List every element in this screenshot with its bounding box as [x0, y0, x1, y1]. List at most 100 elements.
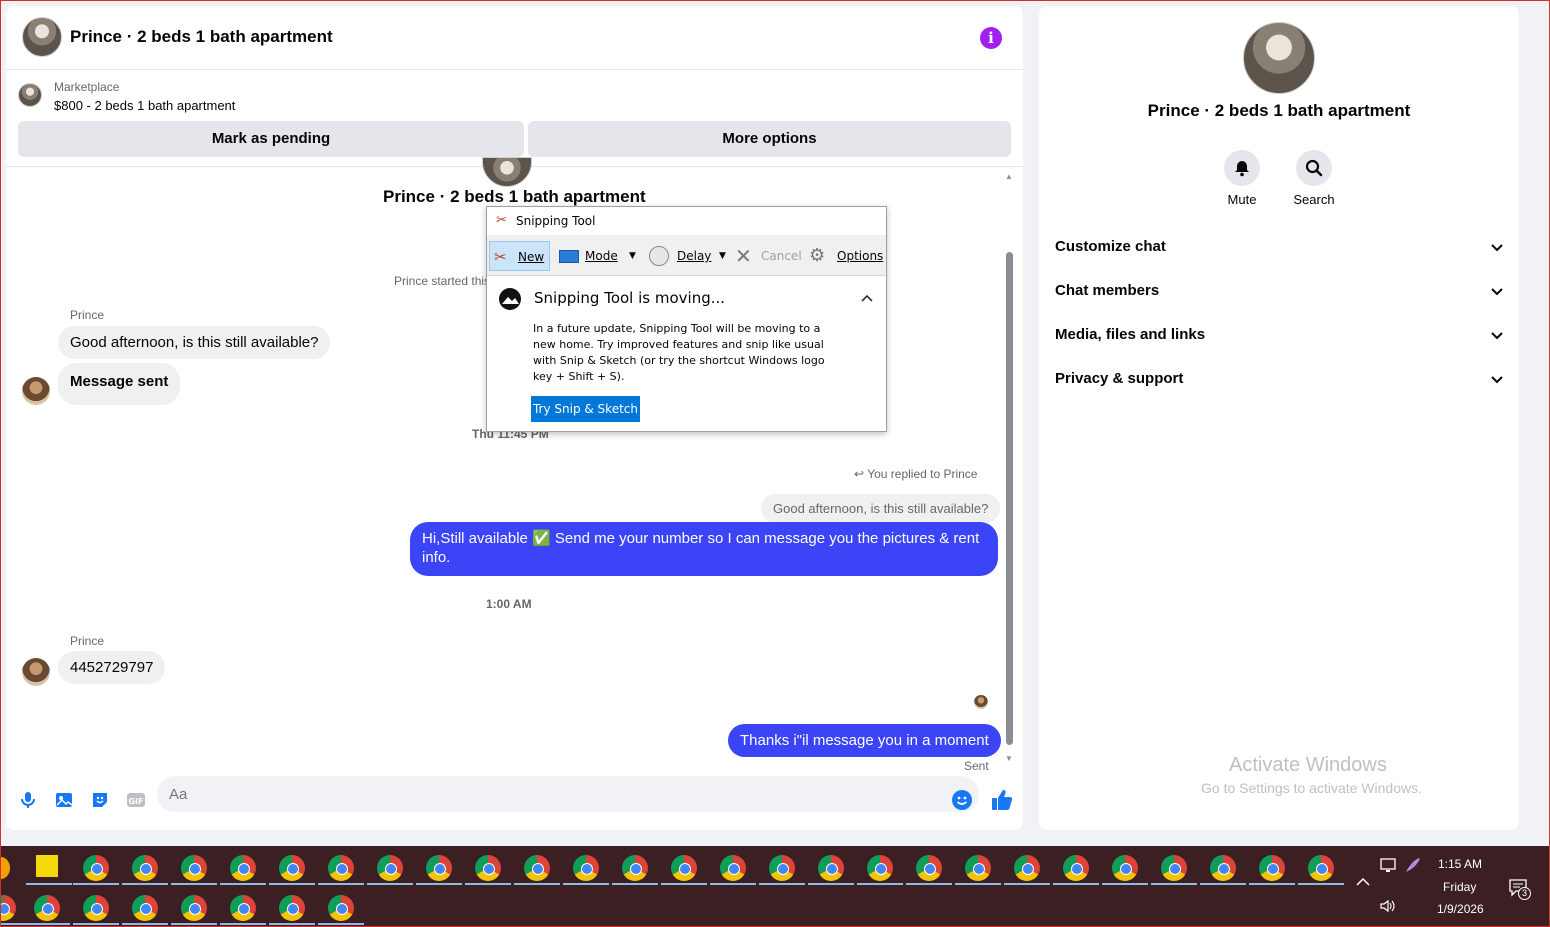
- chrome-taskbar-icon[interactable]: [377, 855, 403, 881]
- snipping-tool-titlebar[interactable]: ✂ Snipping Tool: [487, 207, 886, 235]
- listing-price[interactable]: $800 - 2 beds 1 bath apartment: [54, 98, 235, 113]
- chrome-taskbar-icon[interactable]: [671, 855, 697, 881]
- cancel-label: Cancel: [761, 249, 802, 263]
- privacy-support-row[interactable]: Privacy & support: [1055, 370, 1503, 400]
- chrome-taskbar-icon[interactable]: [1112, 855, 1138, 881]
- conversation-title: Prince · 2 beds 1 bath apartment: [383, 187, 646, 206]
- sender-avatar[interactable]: [22, 377, 50, 405]
- chrome-taskbar-icon[interactable]: [34, 895, 60, 921]
- clock-time[interactable]: 1:15 AM: [1438, 857, 1482, 871]
- try-snip-sketch-button[interactable]: Try Snip & Sketch: [531, 396, 640, 422]
- chrome-taskbar-icon[interactable]: [818, 855, 844, 881]
- snipping-toolbar: ✂ New Mode ▼ Delay ▼ ✕ Cancel ⚙ Options: [487, 237, 886, 275]
- sender-avatar[interactable]: [22, 658, 50, 686]
- clock-date[interactable]: 1/9/2026: [1437, 902, 1484, 916]
- gif-icon[interactable]: GIF: [126, 790, 146, 810]
- customize-chat-row[interactable]: Customize chat: [1055, 238, 1503, 268]
- media-files-links-row[interactable]: Media, files and links: [1055, 326, 1503, 356]
- chrome-taskbar-icon[interactable]: [83, 895, 109, 921]
- more-options-button[interactable]: More options: [528, 121, 1011, 157]
- sticker-icon[interactable]: [90, 790, 110, 810]
- chrome-taskbar-icon[interactable]: [230, 855, 256, 881]
- like-icon[interactable]: [990, 788, 1014, 812]
- chrome-taskbar-icon[interactable]: [132, 855, 158, 881]
- microphone-icon[interactable]: [18, 790, 38, 810]
- message-bubble[interactable]: Message sent: [58, 363, 181, 405]
- taskbar-running-indicator: [1200, 883, 1246, 885]
- search-button[interactable]: Search: [1279, 150, 1349, 207]
- chrome-taskbar-icon[interactable]: [720, 855, 746, 881]
- network-icon[interactable]: [1380, 858, 1398, 879]
- cancel-button[interactable]: ✕ Cancel: [735, 241, 802, 271]
- chrome-taskbar-icon[interactable]: [426, 855, 452, 881]
- taskbar-running-indicator: [0, 923, 26, 925]
- snipping-tool-title: Snipping Tool: [516, 214, 596, 228]
- mode-button[interactable]: Mode ▼: [557, 241, 641, 271]
- collapse-chevron-icon[interactable]: [861, 290, 873, 306]
- pen-icon[interactable]: [1404, 856, 1422, 879]
- chrome-taskbar-icon[interactable]: [328, 895, 354, 921]
- chrome-taskbar-icon[interactable]: [279, 895, 305, 921]
- listing-thumbnail[interactable]: [18, 83, 42, 107]
- new-snip-button[interactable]: ✂ New: [489, 241, 550, 271]
- section-label: Media, files and links: [1055, 326, 1206, 343]
- info-icon[interactable]: i: [980, 27, 1002, 49]
- taskbar-running-indicator: [1151, 883, 1197, 885]
- message-bubble[interactable]: 4452729797: [58, 651, 166, 684]
- chrome-taskbar-icon[interactable]: [1308, 855, 1334, 881]
- chrome-taskbar-icon[interactable]: [965, 855, 991, 881]
- taskbar-running-indicator: [1004, 883, 1050, 885]
- chrome-taskbar-icon[interactable]: [1014, 855, 1040, 881]
- taskbar-running-indicator: [759, 883, 805, 885]
- mark-as-pending-button[interactable]: Mark as pending: [18, 121, 524, 157]
- chrome-taskbar-icon[interactable]: [328, 855, 354, 881]
- chrome-taskbar-icon[interactable]: [867, 855, 893, 881]
- chrome-taskbar-icon[interactable]: [83, 855, 109, 881]
- emoji-icon[interactable]: [951, 789, 972, 810]
- chrome-taskbar-icon[interactable]: [181, 855, 207, 881]
- chrome-taskbar-icon[interactable]: [916, 855, 942, 881]
- sent-message-bubble[interactable]: Hi,Still available ✅ Send me your number…: [410, 522, 998, 576]
- chrome-taskbar-icon[interactable]: [1161, 855, 1187, 881]
- message-input[interactable]: [157, 776, 979, 812]
- chrome-taskbar-icon[interactable]: [573, 855, 599, 881]
- clock-day[interactable]: Friday: [1443, 880, 1476, 894]
- sent-message-bubble[interactable]: Thanks i"il message you in a moment: [728, 724, 1001, 757]
- taskbar-running-indicator: [612, 883, 658, 885]
- chrome-taskbar-icon[interactable]: [230, 895, 256, 921]
- quoted-message[interactable]: Good afternoon, is this still available?: [761, 494, 1001, 523]
- chrome-taskbar-icon[interactable]: [132, 895, 158, 921]
- listing-avatar-large[interactable]: [1243, 22, 1315, 94]
- delay-button[interactable]: Delay ▼: [649, 241, 729, 271]
- mute-button[interactable]: Mute: [1207, 150, 1277, 207]
- action-center-icon[interactable]: 3: [1508, 877, 1531, 904]
- chrome-taskbar-icon[interactable]: [475, 855, 501, 881]
- photo-icon[interactable]: [54, 790, 74, 810]
- mode-dropdown-icon[interactable]: ▼: [629, 241, 636, 271]
- scroll-thumb[interactable]: [1006, 252, 1013, 745]
- chrome-taskbar-icon[interactable]: [1063, 855, 1089, 881]
- chat-members-row[interactable]: Chat members: [1055, 282, 1503, 312]
- chat-title[interactable]: Prince · 2 beds 1 bath apartment: [70, 27, 333, 47]
- scroll-down-arrow[interactable]: ▼: [1005, 754, 1013, 763]
- sticky-notes-icon[interactable]: [36, 855, 58, 877]
- chrome-taskbar-icon[interactable]: [1210, 855, 1236, 881]
- notice-heading: Snipping Tool is moving...: [534, 289, 726, 307]
- notice-text: In a future update, Snipping Tool will b…: [533, 322, 825, 383]
- scroll-up-arrow[interactable]: ▲: [1005, 172, 1013, 181]
- options-button[interactable]: ⚙ Options: [809, 241, 885, 271]
- taskbar-running-indicator: [416, 883, 462, 885]
- chrome-taskbar-icon[interactable]: [279, 855, 305, 881]
- listing-avatar[interactable]: [22, 17, 62, 57]
- delay-label: Delay: [677, 249, 712, 263]
- message-bubble[interactable]: Good afternoon, is this still available?: [58, 326, 331, 359]
- taskbar-running-indicator: [24, 923, 70, 925]
- show-hidden-icons-icon[interactable]: [1356, 876, 1370, 890]
- chrome-taskbar-icon[interactable]: [622, 855, 648, 881]
- chrome-taskbar-icon[interactable]: [181, 895, 207, 921]
- chrome-taskbar-icon[interactable]: [524, 855, 550, 881]
- chrome-taskbar-icon[interactable]: [1259, 855, 1285, 881]
- volume-icon[interactable]: [1379, 898, 1397, 919]
- chrome-taskbar-icon[interactable]: [769, 855, 795, 881]
- delay-dropdown-icon[interactable]: ▼: [719, 241, 726, 271]
